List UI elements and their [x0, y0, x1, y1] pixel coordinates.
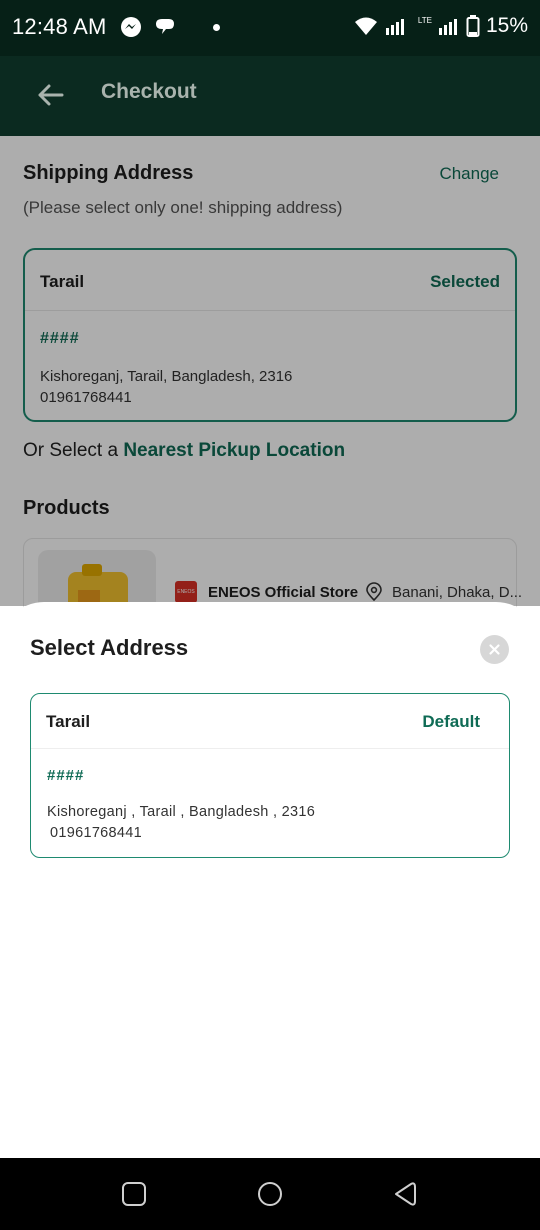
address-phone: 01961768441	[50, 825, 143, 841]
close-icon	[489, 644, 500, 655]
close-button[interactable]	[480, 635, 509, 664]
battery-icon	[466, 15, 480, 37]
back-nav-button[interactable]	[391, 1180, 419, 1208]
wifi-icon	[354, 17, 377, 35]
sheet-title: Select Address	[30, 635, 189, 660]
address-name: Tarail	[46, 712, 91, 731]
divider	[31, 748, 509, 749]
status-bar: 12:48 AM LTE 15%	[0, 0, 540, 56]
back-triangle-icon	[395, 1182, 416, 1206]
page-title: Checkout	[101, 80, 197, 103]
arrow-left-icon	[38, 84, 64, 106]
battery-percent: 15%	[485, 14, 528, 37]
address-house: ####	[47, 767, 85, 784]
recents-button[interactable]	[120, 1180, 148, 1208]
address-option-card[interactable]: Tarail Default #### Kishoreganj , Tarail…	[30, 693, 510, 858]
address-default-badge: Default	[422, 712, 480, 731]
messenger-icon	[120, 16, 142, 38]
system-nav-bar	[0, 1158, 540, 1230]
chat-bubble-icon	[154, 16, 176, 38]
signal-icon	[385, 19, 404, 35]
modal-scrim[interactable]	[0, 136, 540, 606]
network-label: LTE	[417, 15, 432, 25]
address-line: Kishoreganj , Tarail , Bangladesh , 2316	[47, 804, 316, 820]
app-bar: Checkout	[0, 56, 540, 136]
back-button[interactable]	[34, 78, 68, 112]
select-address-sheet: Select Address Tarail Default #### Kisho…	[0, 602, 540, 1158]
notification-dot-icon	[213, 24, 220, 31]
status-time: 12:48 AM	[12, 14, 107, 39]
recents-square-icon	[122, 1182, 146, 1206]
home-button[interactable]	[256, 1180, 284, 1208]
signal-icon-2	[438, 19, 457, 35]
home-circle-icon	[258, 1182, 282, 1206]
